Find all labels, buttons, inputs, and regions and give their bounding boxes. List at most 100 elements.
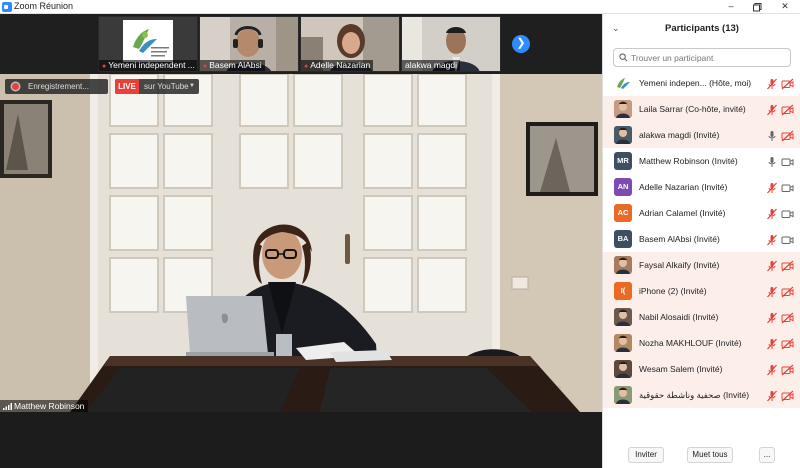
maximize-icon[interactable] <box>744 0 770 14</box>
close-icon[interactable]: ✕ <box>772 0 798 14</box>
participant-name: Laila Sarrar (Co-hôte, invité) <box>639 104 746 114</box>
mic-muted-icon[interactable] <box>766 311 778 324</box>
thumbnail-name: ● Yemeni independent ... <box>99 60 197 71</box>
participant-search[interactable] <box>613 48 791 67</box>
participant-name: Basem AlAbsi (Invité) <box>639 234 720 244</box>
avatar <box>614 74 632 92</box>
avatar: I( <box>614 282 632 300</box>
thumbnail-tile[interactable]: ● Basem AlAbsi <box>199 16 299 72</box>
bottom-toolbar-area <box>0 412 602 468</box>
mic-muted-icon[interactable] <box>766 233 778 246</box>
participant-row[interactable]: Yemeni indepen... (Hôte, moi) <box>603 70 800 96</box>
thumbnail-strip: ●Yemeni independent ... ●Basem AlAbsi <box>0 14 602 74</box>
zoom-app-icon <box>2 2 12 12</box>
avatar <box>614 100 632 118</box>
thumbnail-tile[interactable]: alakwa magdi <box>401 16 501 72</box>
participant-name: alakwa magdi (Invité) <box>639 130 720 140</box>
camera-icon[interactable] <box>781 233 794 245</box>
participant-row[interactable]: Laila Sarrar (Co-hôte, invité) <box>603 96 800 122</box>
mic-muted-icon: ● <box>304 63 309 70</box>
participant-row[interactable]: Nabil Alosaidi (Invité) <box>603 304 800 330</box>
camera-off-icon[interactable] <box>781 103 794 116</box>
participant-row[interactable]: MR Matthew Robinson (Invité) <box>603 148 800 174</box>
minimize-icon[interactable]: – <box>718 0 744 14</box>
mic-muted-icon[interactable] <box>766 207 778 220</box>
camera-off-icon[interactable] <box>781 311 794 324</box>
panel-footer: Inviter Muet tous ... <box>603 444 800 466</box>
participant-name: Adrian Calamel (Invité) <box>639 208 726 218</box>
camera-icon[interactable] <box>781 207 794 219</box>
avatar <box>614 308 632 326</box>
participant-name: iPhone (2) (Invité) <box>639 286 707 296</box>
participant-name: Adelle Nazarian (Invité) <box>639 182 728 192</box>
avatar: AN <box>614 178 632 196</box>
mic-muted-icon[interactable] <box>766 285 778 298</box>
participant-name: صحفية وناشطة حقوقية (Invité) <box>639 390 750 400</box>
mic-muted-icon[interactable] <box>766 389 778 402</box>
mute-all-button[interactable]: Muet tous <box>687 447 733 463</box>
search-icon <box>619 53 628 62</box>
participant-row[interactable]: Nozha MAKHLOUF (Invité) <box>603 330 800 356</box>
mic-muted-icon[interactable] <box>766 363 778 376</box>
participant-name: Nozha MAKHLOUF (Invité) <box>639 338 742 348</box>
avatar <box>614 360 632 378</box>
recording-indicator[interactable]: Enregistrement... <box>5 79 108 94</box>
more-options-button[interactable]: ... <box>759 447 775 463</box>
participant-row[interactable]: Faysal Alkaify (Invité) <box>603 252 800 278</box>
chevron-right-icon[interactable]: ❯ <box>512 35 530 53</box>
mic-icon[interactable] <box>766 155 778 167</box>
panel-header: ⌄ Participants (13) <box>603 14 800 44</box>
thumbnail-name: ● Basem AlAbsi <box>200 60 265 71</box>
window-title: Zoom Réunion <box>14 1 74 11</box>
camera-off-icon[interactable] <box>781 77 794 90</box>
signal-bars-icon <box>3 403 12 410</box>
speaker-name: Matthew Robinson <box>14 401 85 411</box>
zoom-window: Zoom Réunion – ✕ ● Yemeni independent ... <box>0 0 800 468</box>
participant-name: Faysal Alkaify (Invité) <box>639 260 720 270</box>
mic-icon[interactable] <box>766 129 778 141</box>
speaker-video-frame <box>0 74 602 412</box>
thumbnail-tile[interactable]: ● Yemeni independent ... <box>98 16 198 72</box>
camera-icon[interactable] <box>781 181 794 193</box>
video-area: ●Yemeni independent ... ●Basem AlAbsi <box>0 14 602 468</box>
participant-row[interactable]: alakwa magdi (Invité) <box>603 122 800 148</box>
mic-muted-icon[interactable] <box>766 103 778 116</box>
chevron-down-icon: ▼ <box>189 83 195 89</box>
live-stream-indicator[interactable]: LIVE sur YouTube ▼ <box>115 79 199 94</box>
camera-icon[interactable] <box>781 155 794 167</box>
avatar: MR <box>614 152 632 170</box>
camera-off-icon[interactable] <box>781 285 794 298</box>
participant-row[interactable]: I( iPhone (2) (Invité) <box>603 278 800 304</box>
camera-off-icon[interactable] <box>781 363 794 376</box>
thumbnail-name-text: alakwa magdi <box>405 60 457 70</box>
main-speaker-video: Enregistrement... LIVE sur YouTube ▼ Mat… <box>0 74 602 412</box>
mic-muted-icon[interactable] <box>766 337 778 350</box>
mic-muted-icon[interactable] <box>766 181 778 194</box>
camera-off-icon[interactable] <box>781 259 794 272</box>
camera-off-icon[interactable] <box>781 389 794 402</box>
live-destination: sur YouTube <box>144 82 189 91</box>
camera-off-icon[interactable] <box>781 129 794 142</box>
invite-button[interactable]: Inviter <box>628 447 664 463</box>
thumbnail-name-text: Basem AlAbsi <box>209 60 262 70</box>
avatar <box>614 126 632 144</box>
mic-muted-icon[interactable] <box>766 77 778 90</box>
participant-row[interactable]: AN Adelle Nazarian (Invité) <box>603 174 800 200</box>
thumbnail-name-text: Adelle Nazarian <box>310 60 371 70</box>
avatar <box>614 334 632 352</box>
avatar: BA <box>614 230 632 248</box>
participant-list: Yemeni indepen... (Hôte, moi) Laila Sarra… <box>603 70 800 410</box>
participant-row[interactable]: Wesam Salem (Invité) <box>603 356 800 382</box>
participant-row[interactable]: صحفية وناشطة حقوقية (Invité) <box>603 382 800 408</box>
mic-muted-icon[interactable] <box>766 259 778 272</box>
avatar <box>614 256 632 274</box>
camera-off-icon[interactable] <box>781 337 794 350</box>
search-input[interactable] <box>631 50 787 65</box>
thumbnail-name-text: Yemeni independent ... <box>108 60 195 70</box>
thumbnail-tile[interactable]: ● Adelle Nazarian <box>300 16 400 72</box>
mic-muted-icon: ● <box>102 63 107 70</box>
participant-row[interactable]: AC Adrian Calamel (Invité) <box>603 200 800 226</box>
participant-row[interactable]: BA Basem AlAbsi (Invité) <box>603 226 800 252</box>
title-bar: Zoom Réunion – ✕ <box>0 0 800 14</box>
participants-panel: ⌄ Participants (13) Yemeni indepen... (H… <box>602 14 800 468</box>
